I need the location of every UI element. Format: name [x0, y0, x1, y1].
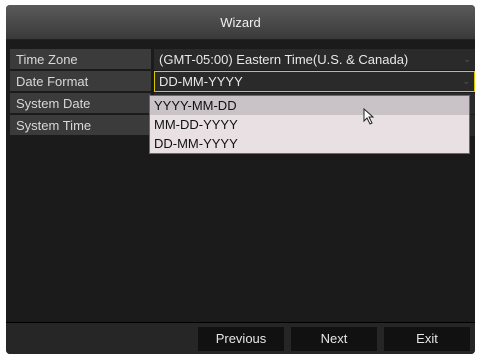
- time-zone-row: Time Zone (GMT-05:00) Eastern Time(U.S. …: [10, 49, 475, 71]
- system-date-label: System Date: [10, 93, 151, 114]
- chevron-down-icon: ⌄: [463, 54, 471, 64]
- dropdown-option-dd-mm-yyyy[interactable]: DD-MM-YYYY: [150, 134, 469, 153]
- time-zone-select[interactable]: (GMT-05:00) Eastern Time(U.S. & Canada) …: [154, 49, 475, 70]
- date-format-select[interactable]: DD-MM-YYYY ⌄: [154, 71, 475, 92]
- dropdown-option-yyyy-mm-dd[interactable]: YYYY-MM-DD: [150, 96, 469, 115]
- exit-button[interactable]: Exit: [384, 327, 470, 351]
- date-format-value: DD-MM-YYYY: [159, 74, 243, 89]
- time-zone-label: Time Zone: [10, 49, 151, 70]
- time-zone-value: (GMT-05:00) Eastern Time(U.S. & Canada): [159, 52, 409, 67]
- title-bar: Wizard: [6, 5, 475, 40]
- wizard-window: Wizard Time Zone (GMT-05:00) Eastern Tim…: [6, 5, 475, 354]
- footer-bar: Previous Next Exit: [6, 323, 475, 354]
- date-format-label: Date Format: [10, 71, 151, 92]
- next-button[interactable]: Next: [291, 327, 377, 351]
- chevron-down-icon: ⌄: [462, 76, 470, 86]
- dropdown-option-mm-dd-yyyy[interactable]: MM-DD-YYYY: [150, 115, 469, 134]
- mouse-cursor-icon: [362, 107, 376, 131]
- date-format-row: Date Format DD-MM-YYYY ⌄: [10, 71, 475, 93]
- previous-button[interactable]: Previous: [198, 327, 284, 351]
- window-title: Wizard: [220, 14, 261, 30]
- date-format-dropdown: YYYY-MM-DD MM-DD-YYYY DD-MM-YYYY: [149, 95, 470, 154]
- wizard-content: Time Zone (GMT-05:00) Eastern Time(U.S. …: [6, 40, 475, 322]
- system-time-label: System Time: [10, 115, 151, 136]
